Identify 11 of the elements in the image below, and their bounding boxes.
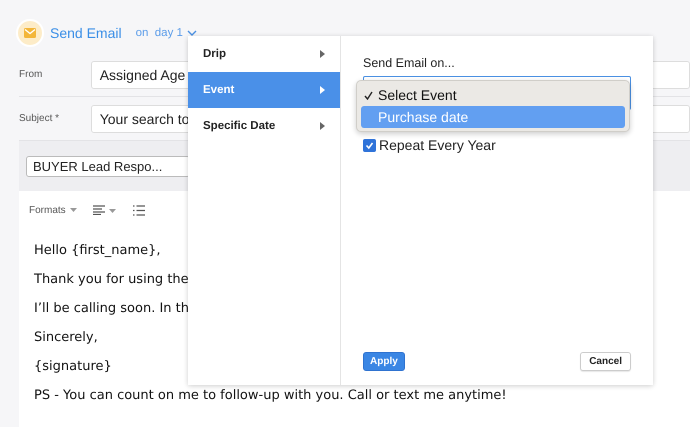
- body-text: {signature}: [33, 359, 112, 374]
- field-label: Subject *: [19, 113, 60, 124]
- body-text: Sincerely,: [33, 330, 98, 345]
- body-text: PS - You can count on me to follow-up with you. Call or text me anytime!: [33, 388, 507, 403]
- body-text: I’ll be calling soon. In th: [33, 301, 190, 316]
- body-text: Thank you for using the: [33, 272, 189, 287]
- step-title: Send Email: [50, 25, 122, 41]
- body-text: Hello {first_name},: [33, 243, 161, 258]
- popup-heading: Send Email on...: [363, 56, 456, 70]
- checkbox-label: Repeat Every Year: [379, 137, 496, 153]
- field-label: From: [19, 69, 44, 80]
